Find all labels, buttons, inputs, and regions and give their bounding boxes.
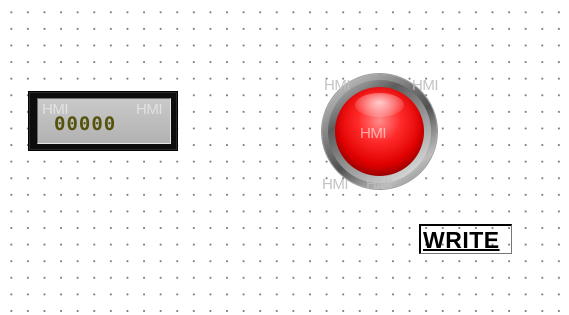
- hmi-watermark: HMI: [412, 77, 439, 94]
- numeric-display-screen: HMI HMI 00000: [37, 98, 171, 144]
- numeric-display-value: 00000: [54, 113, 117, 135]
- hmi-watermark: HMI: [136, 101, 163, 118]
- write-button-label: WRITE: [423, 227, 500, 253]
- lamp-gloss: [355, 93, 404, 117]
- design-canvas[interactable]: HMI HMI 00000 HMI HMI HMI HMI HMI WRITE: [0, 0, 569, 315]
- hmi-watermark: HMI: [322, 176, 349, 193]
- hmi-watermark: HMI: [366, 176, 393, 193]
- numeric-display-widget[interactable]: HMI HMI 00000: [28, 91, 178, 151]
- indicator-lamp[interactable]: HMI HMI HMI HMI HMI: [322, 74, 439, 193]
- write-button[interactable]: WRITE: [419, 224, 512, 254]
- hmi-watermark: HMI: [324, 77, 351, 94]
- hmi-watermark: HMI: [360, 125, 387, 142]
